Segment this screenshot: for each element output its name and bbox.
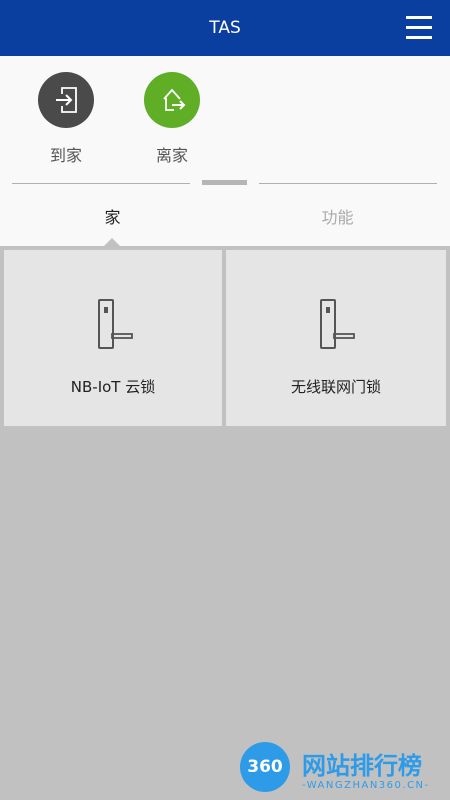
app-title: TAS: [209, 18, 241, 38]
scene-arrive-home[interactable]: 到家: [26, 72, 106, 166]
watermark-name: 网站排行榜: [302, 752, 422, 780]
divider: [12, 183, 190, 184]
watermark: 360 网站排行榜 -WANGZHAN360.CN-: [238, 740, 448, 800]
device-card[interactable]: 无线联网门锁: [226, 250, 446, 426]
arrive-home-icon[interactable]: [38, 72, 94, 128]
scene-panel: 到家 离家 家 功能: [0, 56, 450, 246]
device-name: NB-IoT 云锁: [70, 378, 156, 396]
tab-bar: 家 功能: [0, 204, 450, 230]
door-lock-icon: [98, 299, 133, 349]
active-tab-caret: [104, 238, 120, 246]
device-name: 无线联网门锁: [290, 378, 381, 396]
leave-home-icon[interactable]: [144, 72, 200, 128]
watermark-badge-text: 360: [247, 757, 283, 777]
watermark-badge: 360: [240, 742, 290, 792]
tab-scroll-thumb: [202, 180, 247, 185]
device-grid: NB-IoT 云锁 无线联网门锁: [4, 250, 446, 426]
scene-label: 到家: [49, 146, 82, 165]
tab-indicator: [0, 180, 450, 188]
divider: [259, 183, 437, 184]
device-card[interactable]: NB-IoT 云锁: [4, 250, 222, 426]
hamburger-menu-icon[interactable]: [406, 16, 432, 39]
app-header: TAS: [0, 0, 450, 56]
scene-leave-home[interactable]: 离家: [132, 72, 212, 166]
watermark-url: -WANGZHAN360.CN-: [302, 780, 430, 791]
door-lock-icon: [320, 299, 355, 349]
tab-functions[interactable]: 功能: [225, 204, 450, 228]
scene-label: 离家: [155, 146, 188, 165]
tab-home[interactable]: 家: [0, 204, 225, 228]
